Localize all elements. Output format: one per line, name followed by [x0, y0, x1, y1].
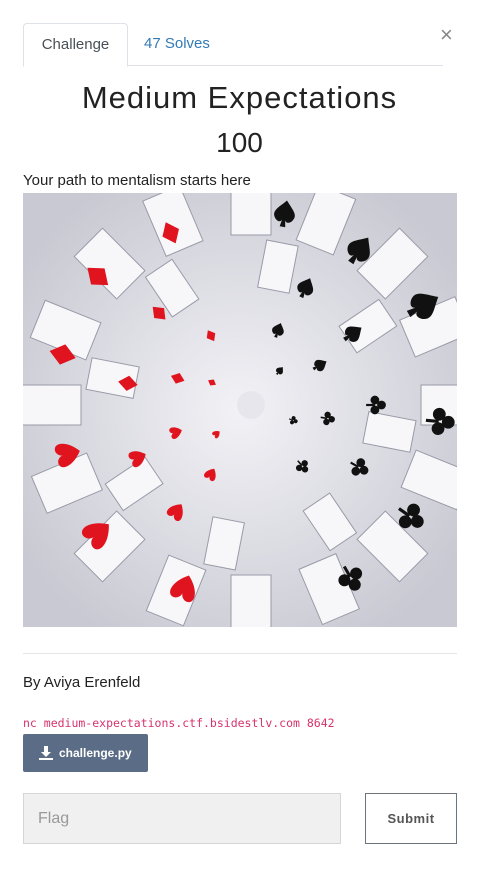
- close-icon[interactable]: ×: [440, 22, 453, 48]
- flag-input[interactable]: [23, 793, 341, 844]
- download-file-button[interactable]: challenge.py: [23, 734, 148, 772]
- challenge-description: Your path to mentalism starts here: [23, 172, 251, 189]
- challenge-image: [23, 193, 457, 627]
- divider: [23, 653, 457, 654]
- submit-button[interactable]: Submit: [365, 793, 457, 844]
- challenge-author: By Aviya Erenfeld: [23, 674, 141, 691]
- challenge-title: Medium Expectations: [81, 80, 398, 115]
- challenge-tabs: Challenge 47 Solves: [23, 23, 443, 67]
- download-icon: [39, 746, 53, 760]
- connection-command: nc medium-expectations.ctf.bsidestlv.com…: [23, 716, 335, 730]
- tab-solves[interactable]: 47 Solves: [144, 23, 210, 65]
- tab-challenge[interactable]: Challenge: [23, 23, 128, 67]
- challenge-points: 100: [216, 127, 263, 158]
- download-file-name: challenge.py: [59, 746, 132, 760]
